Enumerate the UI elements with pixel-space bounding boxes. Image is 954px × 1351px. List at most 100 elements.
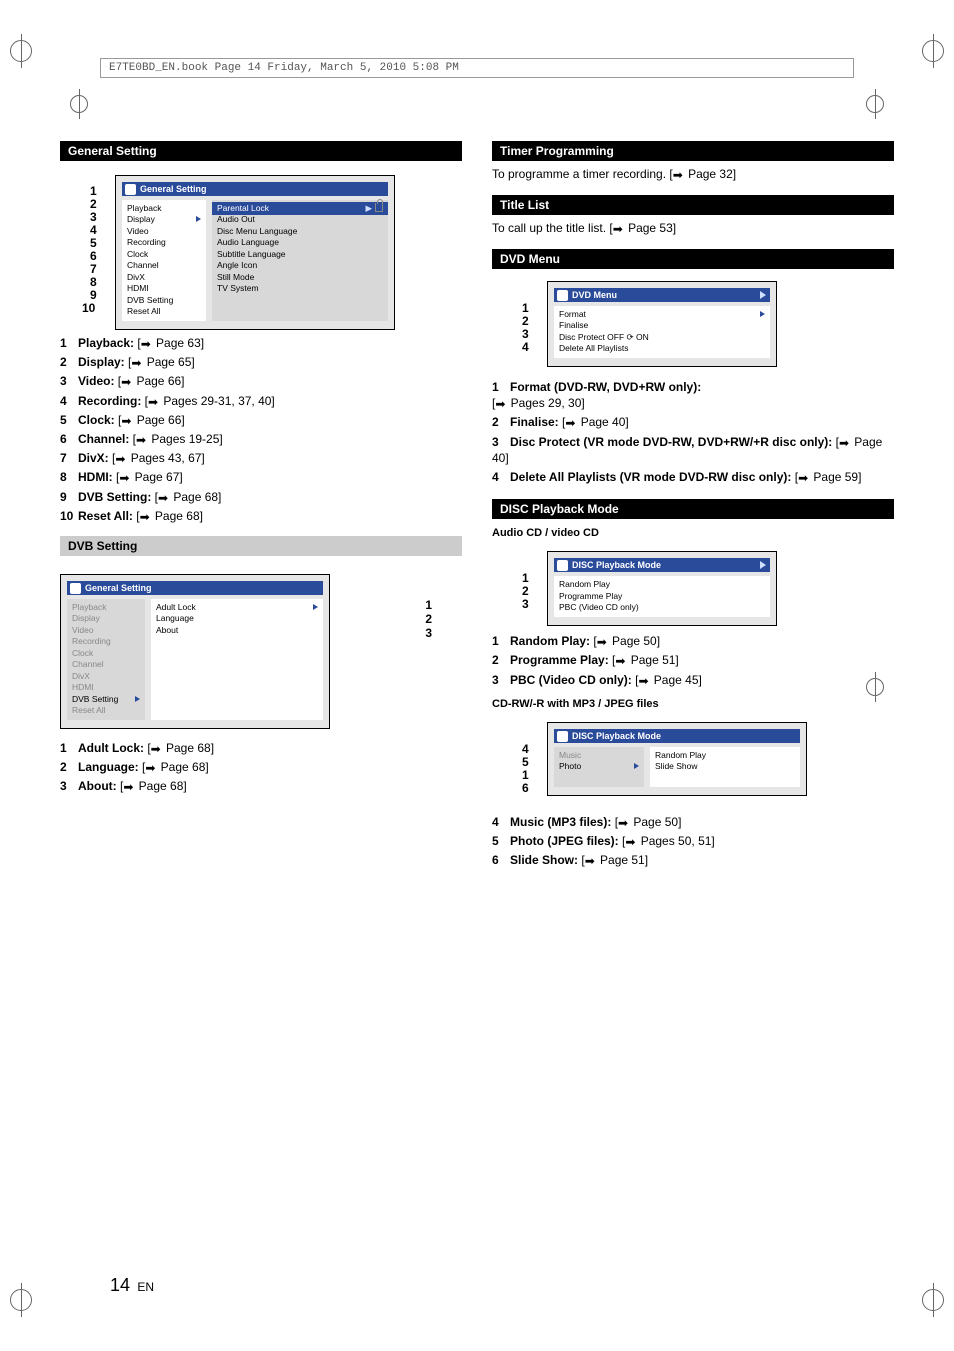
osd-row: Slide Show [655,761,795,772]
play-icon [760,291,766,299]
list-item-page: Page 45] [650,673,701,687]
arrow-icon: ➡ [495,396,507,406]
list-item-number: 3 [60,778,78,794]
callout-1: 1 [90,184,97,198]
crop-mark-icon [10,1289,32,1311]
list-item-page: Pages 19-25] [148,432,223,446]
crop-mark-icon [866,95,884,113]
arrow-icon: ➡ [613,222,625,232]
callout-8: 8 [90,275,97,289]
osd-title: General Setting [122,182,388,196]
osd-row: DVB Setting [127,295,201,306]
list-item: 4Music (MP3 files): [➡ Page 50] [492,814,894,830]
osd-row: Channel [127,260,201,271]
list-item-page: Page 68] [170,490,221,504]
list-item-number: 2 [60,354,78,370]
list-item-page: Pages 50, 51] [637,834,714,848]
osd-row: Angle Icon [217,260,383,271]
osd-row: DivX [72,671,140,682]
osd-row: Random Play [655,750,795,761]
arrow-icon: ➡ [115,451,127,461]
list-item-label: Photo (JPEG files): [510,834,619,848]
list-item-number: 1 [60,740,78,756]
osd-title: DVD Menu [554,288,770,302]
osd-row: Random Play [559,579,765,590]
list-item-page: Page 51] [627,653,678,667]
list-item-label: Language: [78,760,139,774]
section-dvb-setting-heading: DVB Setting [60,536,462,556]
list-item-number: 2 [492,414,510,430]
osd-panel: Random Play Programme Play PBC (Video CD… [554,576,770,616]
list-item-label: Clock: [78,413,115,427]
figure-disc-playback-1: 1 2 3 DISC Playback Mode Random Play Pro… [492,547,894,627]
list-item-number: 1 [492,379,510,395]
osd-dvb-setting: General Setting Playback Display Video R… [60,574,330,729]
arrow-icon: ➡ [798,470,810,480]
list-item: 3About: [➡ Page 68] [60,778,462,794]
osd-title: DISC Playback Mode [554,729,800,743]
list-item-label: Recording: [78,394,141,408]
list-item: 3Disc Protect (VR mode DVD-RW, DVD+RW/+R… [492,434,894,466]
list-item-label: Format (DVD-RW, DVD+RW only): [510,380,701,394]
osd-row: Disc Protect OFF ⟳ ON [559,332,765,343]
osd-row: Music [559,750,639,761]
figure-disc-playback-2: 4 5 1 6 DISC Playback Mode Music Photo R… [492,718,894,808]
list-item: 1Random Play: [➡ Page 50] [492,633,894,649]
osd-row: Photo [559,761,639,772]
arrow-icon: ➡ [123,779,135,789]
disc-playback-list-2: 4Music (MP3 files): [➡ Page 50] 5Photo (J… [492,814,894,869]
arrow-icon: ➡ [565,415,577,425]
list-item: 3Video: [➡ Page 66] [60,373,462,389]
callout-9: 9 [90,288,97,302]
osd-row: About [156,625,318,636]
list-item-label: Programme Play: [510,653,609,667]
arrow-icon: ➡ [145,760,157,770]
list-item-label: Channel: [78,432,129,446]
callout-6: 6 [522,781,529,795]
play-icon [634,763,639,769]
list-item: 5Clock: [➡ Page 66] [60,412,462,428]
subhead-cd-rw: CD-RW/-R with MP3 / JPEG files [492,698,894,710]
list-item-number: 2 [492,652,510,668]
list-item: 6Slide Show: [➡ Page 51] [492,852,894,868]
osd-left-panel: Playback Display Video Recording Clock C… [122,200,206,321]
list-item-label: Random Play: [510,634,590,648]
osd-title-text: DISC Playback Mode [572,731,661,741]
osd-row: HDMI [72,682,140,693]
list-item-label: Delete All Playlists (VR mode DVD-RW dis… [510,470,791,484]
list-item-page: Page 40] [577,415,628,429]
osd-row: ▶Parental Lock [212,202,388,215]
osd-row: Video [127,226,201,237]
disc-icon [557,731,568,742]
list-item-label: HDMI: [78,470,113,484]
osd-row: Reset All [72,705,140,716]
callout-1: 1 [522,301,529,315]
list-item: 4Delete All Playlists (VR mode DVD-RW di… [492,469,894,485]
wrench-icon [125,184,136,195]
callout-7: 7 [90,262,97,276]
list-item-label: Finalise: [510,415,559,429]
arrow-icon: ➡ [673,168,685,178]
figure-general-setting: 1 2 3 4 5 6 7 8 9 10 General Setting Pla… [60,169,462,329]
arrow-icon: ➡ [839,435,851,445]
list-item-page: Page 66] [133,413,184,427]
osd-disc-playback-1: DISC Playback Mode Random Play Programme… [547,551,777,625]
wrench-icon [70,583,81,594]
osd-title: General Setting [67,581,323,595]
osd-row: DVB Setting [72,694,140,705]
osd-row: Delete All Playlists [559,343,765,354]
list-item-page: Page 68] [163,741,214,755]
section-title-list-heading: Title List [492,195,894,215]
callout-1: 1 [522,571,529,585]
list-item-number: 3 [492,434,510,450]
lock-icon [375,203,383,212]
page: E7TE0BD_EN.book Page 14 Friday, March 5,… [0,0,954,1351]
list-item: 5Photo (JPEG files): [➡ Pages 50, 51] [492,833,894,849]
section-timer-heading: Timer Programming [492,141,894,161]
timer-intro: To programme a timer recording. [➡ Page … [492,167,894,181]
osd-row: HDMI [127,283,201,294]
list-item-label: DivX: [78,451,109,465]
list-item-page: Pages 29-31, 37, 40] [160,394,275,408]
list-item: 8HDMI: [➡ Page 67] [60,469,462,485]
list-item-number: 6 [60,431,78,447]
